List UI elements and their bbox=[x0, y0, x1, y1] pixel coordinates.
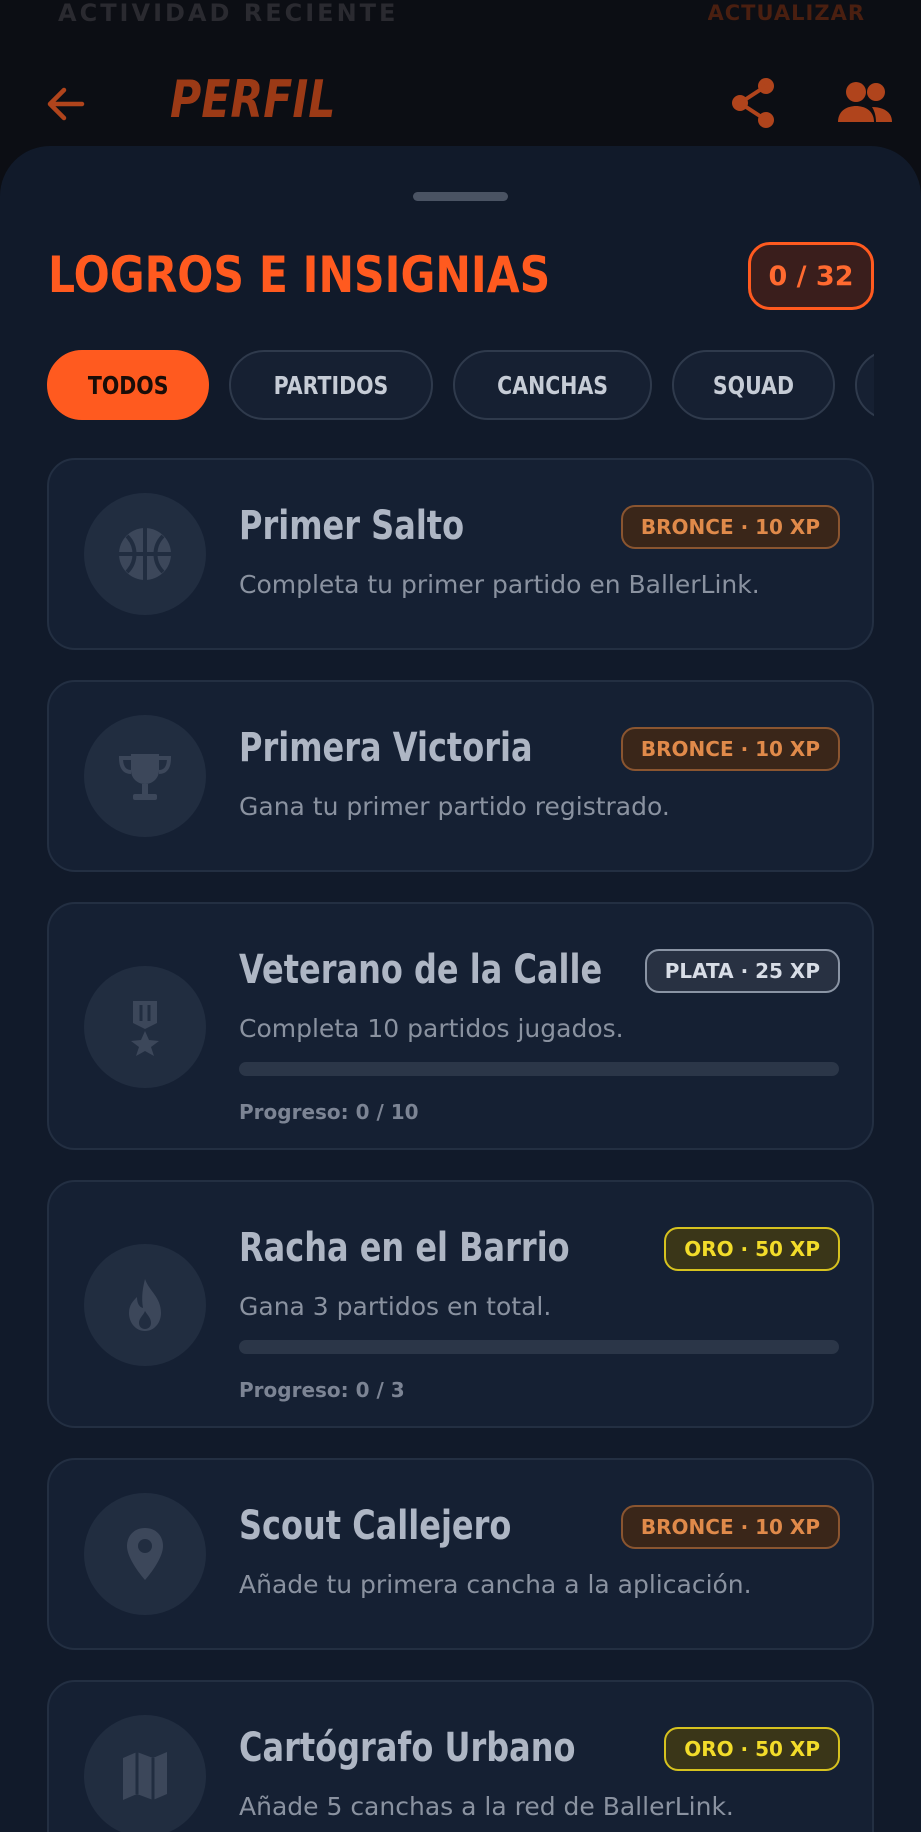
filter-chip-label: PARTIDOS bbox=[273, 370, 389, 400]
achievement-description: Gana 3 partidos en total. bbox=[239, 1292, 552, 1321]
arrow-left-icon[interactable] bbox=[42, 80, 90, 128]
profile-screen: ACTIVIDAD RECIENTE ACTUALIZAR PERFIL LOG… bbox=[0, 0, 921, 1832]
filter-chip-label: SQUAD bbox=[713, 370, 795, 400]
filter-chip-feed[interactable]: FEED bbox=[855, 350, 874, 420]
fire-icon bbox=[84, 1244, 206, 1366]
achievement-description: Añade 5 canchas a la red de BallerLink. bbox=[239, 1792, 734, 1821]
filter-chip-canchas[interactable]: CANCHAS bbox=[453, 350, 653, 420]
progress-bar bbox=[239, 1340, 839, 1354]
achievements-list: Primer Salto BRONCE · 10 XP Completa tu pr… bbox=[47, 458, 874, 1832]
recent-activity-label: ACTIVIDAD RECIENTE bbox=[58, 0, 399, 26]
progress-text: Progreso: 0 / 3 bbox=[239, 1378, 405, 1402]
sheet-title: LOGROS E INSIGNIAS bbox=[48, 246, 551, 304]
filter-chip-squad[interactable]: SQUAD bbox=[672, 350, 836, 420]
achievement-title: Scout Callejero bbox=[239, 1503, 512, 1549]
map-icon bbox=[84, 1715, 206, 1832]
tier-badge: BRONCE · 10 XP bbox=[620, 505, 840, 549]
trophy-icon bbox=[84, 715, 206, 837]
tier-badge: ORO · 50 XP bbox=[664, 1227, 840, 1271]
tier-badge: PLATA · 25 XP bbox=[644, 949, 840, 993]
achievement-description: Completa tu primer partido en BallerLink… bbox=[239, 570, 760, 599]
filter-chips[interactable]: TODOSPARTIDOSCANCHASSQUADFEEDPE bbox=[47, 350, 874, 422]
achievement-description: Completa 10 partidos jugados. bbox=[239, 1014, 624, 1043]
achievement-card[interactable]: Primera Victoria BRONCE · 10 XP Gana tu pr… bbox=[47, 680, 874, 872]
progress-bar bbox=[239, 1062, 839, 1076]
group-icon[interactable] bbox=[836, 80, 894, 126]
achievement-description: Añade tu primera cancha a la aplicación. bbox=[239, 1570, 752, 1599]
filter-chip-todos[interactable]: TODOS bbox=[47, 350, 210, 420]
refresh-link[interactable]: ACTUALIZAR bbox=[708, 0, 866, 26]
achievement-title: Cartógrafo Urbano bbox=[239, 1725, 576, 1771]
medal-icon bbox=[84, 966, 206, 1088]
top-app-bar: PERFIL bbox=[0, 50, 921, 160]
filter-chip-label: CANCHAS bbox=[497, 370, 609, 400]
achievement-card[interactable]: Scout Callejero BRONCE · 10 XP Añade tu pr… bbox=[47, 1458, 874, 1650]
achievements-sheet: LOGROS E INSIGNIAS 0 / 32 TODOS PARTIDOS C… bbox=[0, 146, 921, 1832]
achievement-card[interactable]: Veterano de la Calle PLATA · 25 XP Complet… bbox=[47, 902, 874, 1150]
achievements-counter: 0 / 32 bbox=[748, 242, 874, 310]
achievement-card[interactable]: Primer Salto BRONCE · 10 XP Completa tu pr… bbox=[47, 458, 874, 650]
achievement-title: Veterano de la Calle bbox=[239, 947, 603, 993]
achievement-card[interactable]: Racha en el Barrio ORO · 50 XP Gana 3 part… bbox=[47, 1180, 874, 1428]
achievement-description: Gana tu primer partido registrado. bbox=[239, 792, 670, 821]
tier-badge: BRONCE · 10 XP bbox=[620, 727, 840, 771]
filter-chip-partidos[interactable]: PARTIDOS bbox=[229, 350, 434, 420]
sheet-drag-handle[interactable] bbox=[413, 192, 508, 201]
share-icon[interactable] bbox=[728, 76, 778, 130]
page-title: PERFIL bbox=[170, 70, 336, 130]
basketball-icon bbox=[84, 493, 206, 615]
location-pin-icon bbox=[84, 1493, 206, 1615]
achievement-card[interactable]: Cartógrafo Urbano ORO · 50 XP Añade 5 canc… bbox=[47, 1680, 874, 1832]
achievement-title: Primer Salto bbox=[239, 503, 465, 549]
tier-badge: BRONCE · 10 XP bbox=[620, 1505, 840, 1549]
progress-text: Progreso: 0 / 10 bbox=[239, 1100, 419, 1124]
achievement-title: Racha en el Barrio bbox=[239, 1225, 570, 1271]
tier-badge: ORO · 50 XP bbox=[664, 1727, 840, 1771]
achievement-title: Primera Victoria bbox=[239, 725, 533, 771]
filter-chip-label: TODOS bbox=[87, 370, 169, 400]
